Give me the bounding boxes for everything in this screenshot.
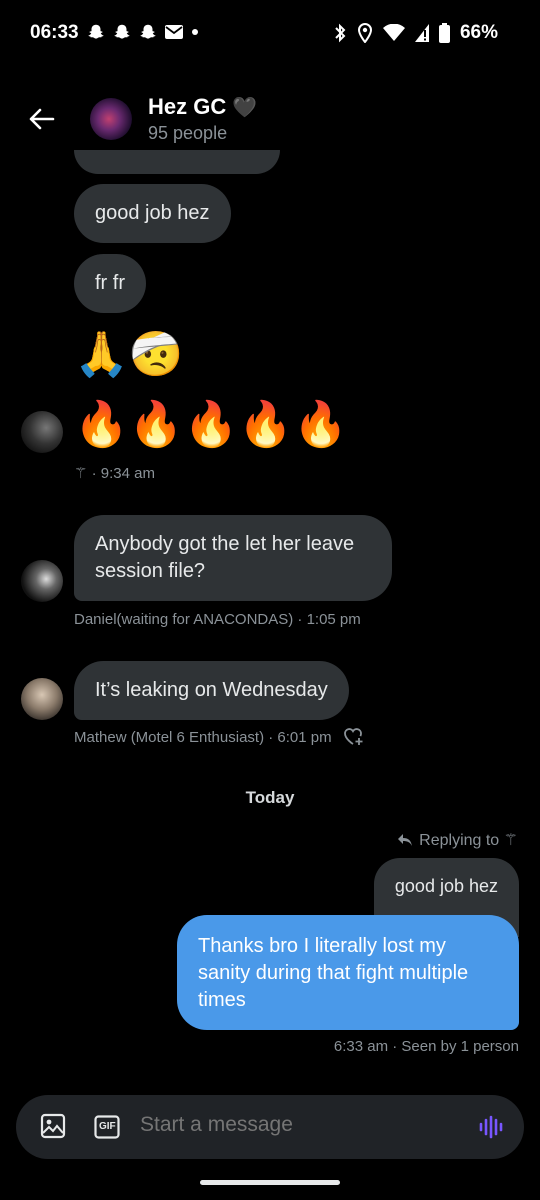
snapchat-icon [139, 23, 157, 41]
battery-icon [438, 23, 450, 43]
battery-percent: 66% [459, 22, 498, 43]
message-bubble[interactable]: good job hez [74, 184, 231, 243]
emoji-message[interactable]: 🙏🤕 [74, 330, 184, 380]
status-time: 06:33 [30, 22, 79, 43]
bluetooth-icon [333, 23, 347, 43]
message-meta: Daniel(waiting for ANACONDAS) · 1:05 pm [74, 611, 361, 628]
add-reaction-icon[interactable] [343, 728, 364, 746]
location-icon [357, 23, 373, 43]
back-arrow-icon[interactable] [27, 104, 57, 134]
replying-to-label: Replying to ⚚ [419, 832, 518, 849]
sender-avatar[interactable] [21, 411, 63, 453]
black-heart-emoji: 🖤 [232, 95, 258, 119]
message-bubble[interactable]: fr fr [74, 254, 146, 313]
snapchat-icon [113, 23, 131, 41]
message-bubble[interactable]: It’s leaking on Wednesday [74, 661, 349, 720]
message-meta: Mathew (Motel 6 Enthusiast) · 6:01 pm [74, 728, 364, 746]
signal-icon [414, 24, 429, 42]
conversation-title[interactable]: Hez GC 🖤 [148, 94, 257, 120]
message-composer: GIF [16, 1095, 524, 1159]
gesture-home-bar[interactable] [200, 1180, 340, 1185]
gif-icon[interactable]: GIF [94, 1115, 120, 1139]
conversation-header: Hez GC 🖤 95 people [0, 86, 540, 152]
sender-avatar[interactable] [21, 678, 63, 720]
voice-message-icon[interactable] [478, 1115, 504, 1139]
status-bar: 06:33 66% [0, 0, 540, 70]
notification-icons [87, 23, 199, 41]
member-count: 95 people [148, 123, 228, 143]
mail-icon [165, 24, 183, 40]
my-message-meta: 6:33 am · Seen by 1 person [333, 1038, 519, 1055]
wifi-icon [382, 24, 405, 42]
message-bubble[interactable]: Anybody got the let her leave session fi… [74, 515, 392, 601]
message-meta-text: Mathew (Motel 6 Enthusiast) · 6:01 pm [74, 728, 332, 746]
message-meta: ⚚ · 9:34 am [74, 464, 155, 482]
message-time: · 9:34 am [91, 465, 155, 482]
emoji-message[interactable]: 🔥🔥🔥🔥🔥 [74, 400, 348, 450]
image-icon[interactable] [40, 1113, 66, 1139]
replying-to[interactable]: Replying to ⚚ [397, 830, 518, 850]
sender-symbol: ⚚ [74, 465, 88, 482]
dot-icon [191, 28, 199, 36]
date-divider: Today [245, 788, 295, 807]
reply-arrow-icon [397, 833, 413, 847]
group-avatar[interactable] [90, 98, 132, 140]
snapchat-icon [87, 23, 105, 41]
my-message-bubble[interactable]: Thanks bro I literally lost my sanity du… [177, 915, 519, 1030]
message-input[interactable] [140, 1113, 440, 1137]
sender-avatar[interactable] [21, 560, 63, 602]
system-icons: 66% [333, 22, 498, 44]
message-bubble-clipped [74, 150, 280, 174]
gif-label: GIF [99, 1121, 116, 1132]
group-name: Hez GC [148, 94, 227, 119]
